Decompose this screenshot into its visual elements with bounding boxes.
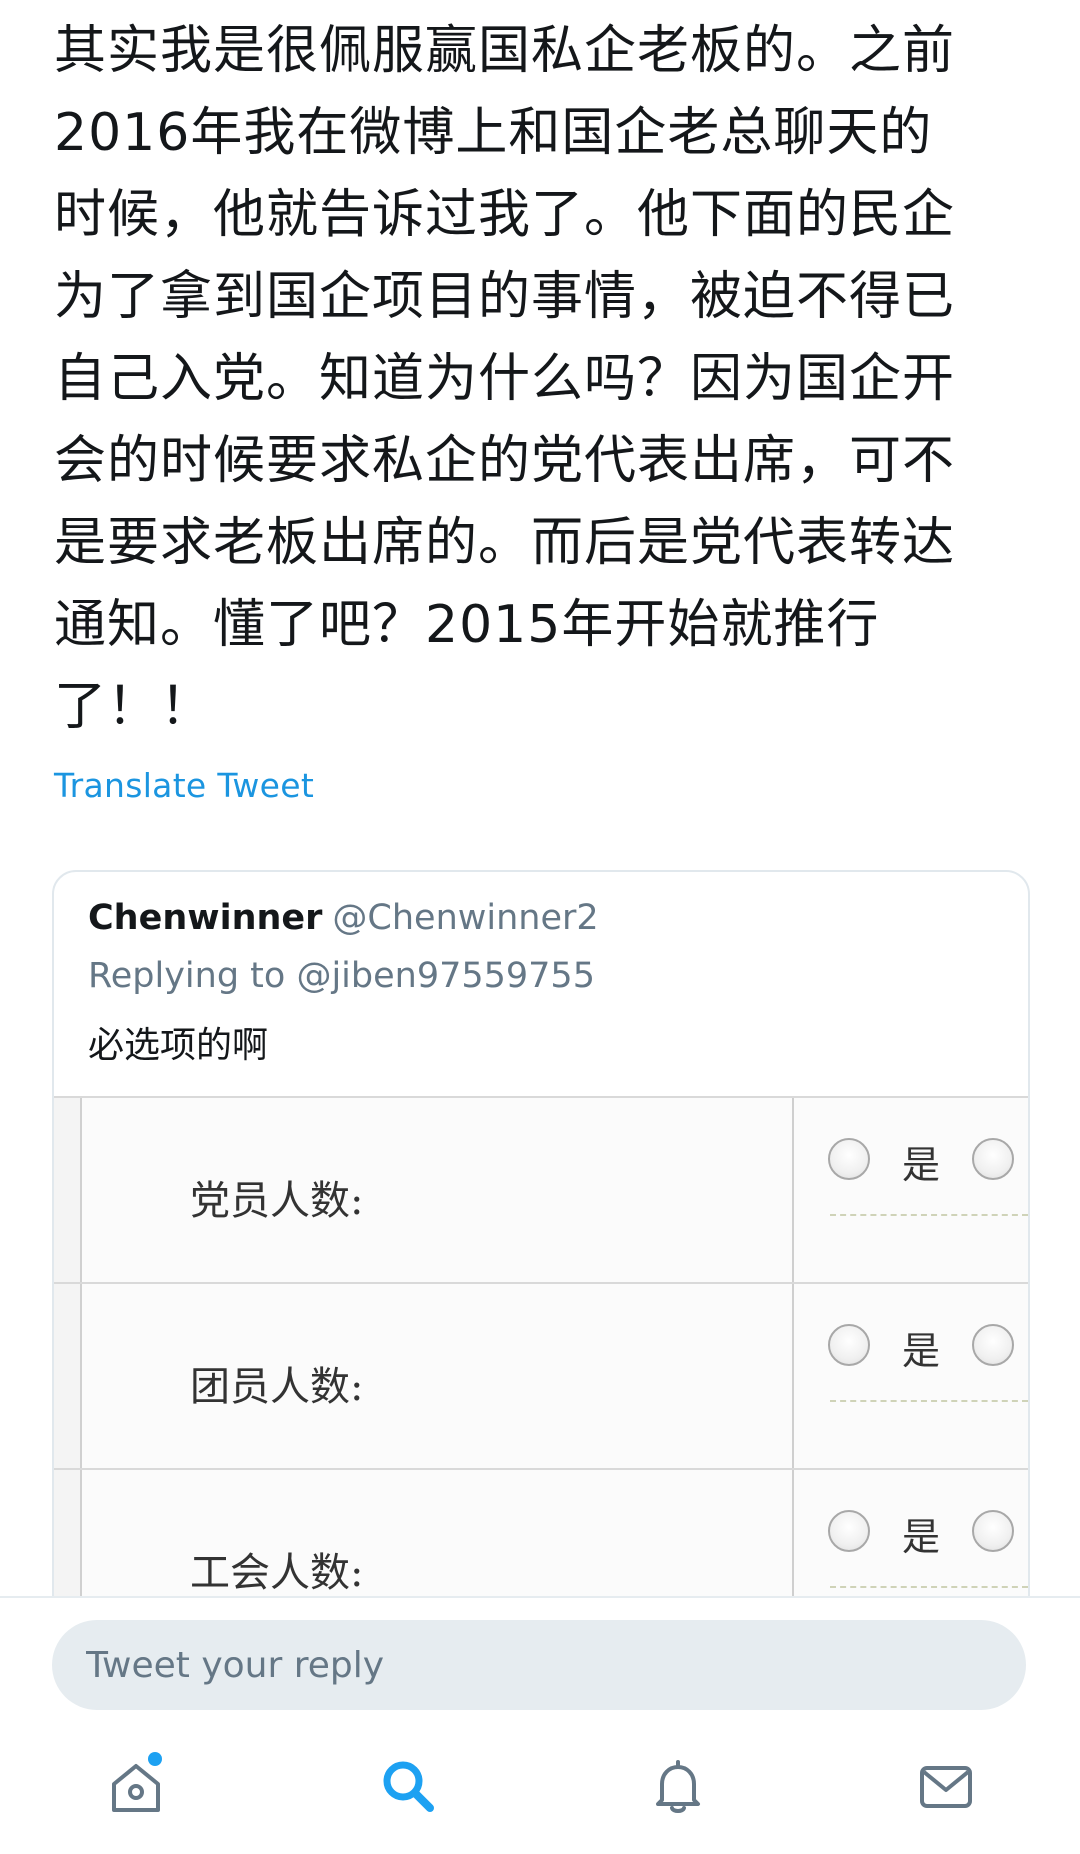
dashed-underline xyxy=(830,1400,1028,1402)
tweet-line: 为了拿到国企项目的事情，被迫不得已 xyxy=(54,267,956,327)
dashed-underline xyxy=(830,1214,1028,1216)
tab-notifications[interactable] xyxy=(638,1746,718,1826)
quote-attached-image[interactable]: 党员人数: 是 团员人数: 是 工会人数: 是 xyxy=(54,1096,1028,1632)
form-divider xyxy=(792,1098,794,1282)
form-row: 团员人数: 是 xyxy=(54,1284,1028,1470)
tab-home[interactable] xyxy=(96,1746,176,1826)
reply-bar xyxy=(0,1596,1080,1722)
tweet-line: 了！！ xyxy=(54,677,214,737)
tweet-line: 自己入党。知道为什么吗？因为国企开 xyxy=(54,349,956,409)
radio-no-icon xyxy=(972,1510,1014,1552)
tweet-line: 2016年我在微博上和国企老总聊天的 xyxy=(54,103,933,163)
mail-icon xyxy=(916,1756,976,1816)
reply-input[interactable] xyxy=(52,1620,1026,1710)
form-divider xyxy=(792,1284,794,1468)
radio-yes-icon xyxy=(828,1324,870,1366)
tweet-line: 会的时候要求私企的党代表出席，可不 xyxy=(54,431,956,491)
quote-replying-to: Replying to @jiben97559755 xyxy=(88,956,595,996)
quote-text: 必选项的啊 xyxy=(88,1025,269,1066)
tweet-line: 是要求老板出席的。而后是党代表转达 xyxy=(54,513,956,573)
bottom-tab-bar xyxy=(0,1720,1080,1854)
dashed-underline xyxy=(830,1586,1028,1588)
quote-author: Chenwinner @Chenwinner2 xyxy=(88,898,599,938)
tweet-line: 时候，他就告诉过我了。他下面的民企 xyxy=(54,185,956,245)
search-icon xyxy=(378,1756,438,1816)
quoted-tweet-card[interactable]: Chenwinner @Chenwinner2 Replying to @jibe… xyxy=(52,870,1030,1634)
radio-no-icon xyxy=(972,1138,1014,1180)
translate-tweet-link[interactable]: Translate Tweet xyxy=(54,766,314,805)
tweet-detail-screen: 其实我是很佩服赢国私企老板的。之前 2016年我在微博上和国企老总聊天的 时候，… xyxy=(0,0,1080,1854)
tweet-body: 其实我是很佩服赢国私企老板的。之前 2016年我在微博上和国企老总聊天的 时候，… xyxy=(54,10,1044,748)
form-left-bar xyxy=(54,1098,82,1282)
radio-no-icon xyxy=(972,1324,1014,1366)
form-label: 工会人数: xyxy=(190,1550,364,1596)
notification-dot-icon xyxy=(148,1752,162,1766)
tab-messages[interactable] xyxy=(906,1746,986,1826)
tab-search[interactable] xyxy=(368,1746,448,1826)
form-left-bar xyxy=(54,1284,82,1468)
tweet-line: 其实我是很佩服赢国私企老板的。之前 xyxy=(54,21,956,81)
bell-icon xyxy=(648,1756,708,1816)
radio-yes-icon xyxy=(828,1510,870,1552)
form-row: 党员人数: 是 xyxy=(54,1098,1028,1284)
radio-yes-label: 是 xyxy=(902,1515,941,1559)
quote-author-handle: @Chenwinner2 xyxy=(332,898,599,938)
tweet-line: 通知。懂了吧？2015年开始就推行 xyxy=(54,595,880,655)
radio-yes-label: 是 xyxy=(902,1143,941,1187)
form-label: 党员人数: xyxy=(190,1178,364,1224)
form-label: 团员人数: xyxy=(190,1364,364,1410)
quote-author-name: Chenwinner xyxy=(88,898,323,938)
radio-yes-label: 是 xyxy=(902,1329,941,1373)
radio-yes-icon xyxy=(828,1138,870,1180)
